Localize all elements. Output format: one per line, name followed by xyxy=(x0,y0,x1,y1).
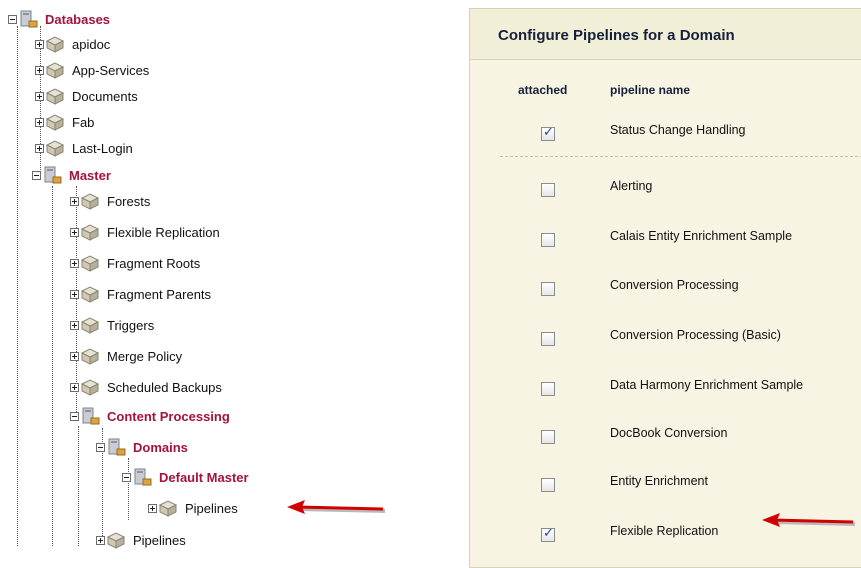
tree-node-default-master[interactable]: Default Master xyxy=(122,466,249,488)
expand-icon[interactable] xyxy=(35,91,44,101)
pipeline-name: Calais Entity Enrichment Sample xyxy=(610,229,793,243)
box-icon xyxy=(106,532,126,549)
expand-icon[interactable] xyxy=(70,289,79,299)
pipeline-name: Conversion Processing (Basic) xyxy=(610,328,781,342)
panel-header: Configure Pipelines for a Domain xyxy=(470,9,861,60)
box-icon xyxy=(80,317,100,334)
box-icon xyxy=(80,255,100,272)
expand-icon[interactable] xyxy=(35,143,44,153)
tree-guide-line xyxy=(78,426,79,546)
tree-node-last-login[interactable]: Last-Login xyxy=(35,137,133,159)
pipeline-name: Flexible Replication xyxy=(610,524,719,538)
expand-icon[interactable] xyxy=(70,196,79,206)
attached-checkbox[interactable] xyxy=(541,125,555,141)
tree-node-forests[interactable]: Forests xyxy=(70,190,150,212)
expand-icon[interactable] xyxy=(70,351,79,361)
tree-node-master[interactable]: Master xyxy=(32,164,111,186)
pipeline-row: Conversion Processing (Basic) xyxy=(470,316,861,364)
expand-icon[interactable] xyxy=(35,117,44,127)
tree-node-scheduled-backups[interactable]: Scheduled Backups xyxy=(70,376,222,398)
box-icon xyxy=(158,500,178,517)
pipeline-name: Entity Enrichment xyxy=(610,474,708,488)
pipeline-name: Alerting xyxy=(610,179,653,193)
tree-node-app-services[interactable]: App-Services xyxy=(35,59,149,81)
pipeline-row: Calais Entity Enrichment Sample xyxy=(470,217,861,265)
attached-checkbox[interactable] xyxy=(541,430,555,444)
attached-checkbox[interactable] xyxy=(541,183,555,197)
box-icon xyxy=(80,193,100,210)
tree-node-fab[interactable]: Fab xyxy=(35,111,94,133)
pipeline-name: Conversion Processing xyxy=(610,278,739,292)
configure-pipelines-panel: Configure Pipelines for a Domain attache… xyxy=(469,8,861,568)
expand-icon[interactable] xyxy=(96,535,105,545)
panel-title: Configure Pipelines for a Domain xyxy=(498,27,735,44)
box-icon xyxy=(45,88,65,105)
tree-node-fragment-roots[interactable]: Fragment Roots xyxy=(70,252,200,274)
pipeline-row: Data Harmony Enrichment Sample xyxy=(470,366,861,414)
pipeline-row: Status Change Handling xyxy=(470,111,861,159)
tree-node-domains[interactable]: Domains xyxy=(96,436,188,458)
tree-node-flexible-replication[interactable]: Flexible Replication xyxy=(70,221,220,243)
server-icon xyxy=(108,438,126,456)
pipeline-row: Entity Enrichment xyxy=(470,462,861,510)
attached-checkbox[interactable] xyxy=(541,478,555,492)
tree-guide-line xyxy=(17,26,18,546)
server-icon xyxy=(44,166,62,184)
tree-node-merge-policy[interactable]: Merge Policy xyxy=(70,345,182,367)
attached-checkbox[interactable] xyxy=(541,526,555,542)
expand-icon[interactable] xyxy=(35,65,44,75)
tree-node-databases[interactable]: Databases xyxy=(8,8,110,30)
box-icon xyxy=(80,224,100,241)
server-icon xyxy=(134,468,152,486)
box-icon xyxy=(80,379,100,396)
expand-icon[interactable] xyxy=(35,39,44,49)
collapse-icon[interactable] xyxy=(70,411,79,421)
pipeline-name: Status Change Handling xyxy=(610,123,746,137)
collapse-icon[interactable] xyxy=(32,170,41,180)
box-icon xyxy=(80,286,100,303)
tree-node-pipelines[interactable]: Pipelines xyxy=(96,529,186,551)
red-arrow-icon xyxy=(762,513,855,527)
expand-icon[interactable] xyxy=(148,503,157,513)
expand-icon[interactable] xyxy=(70,382,79,392)
tree-node-documents[interactable]: Documents xyxy=(35,85,138,107)
collapse-icon[interactable] xyxy=(8,14,17,24)
red-arrow-icon xyxy=(287,500,385,514)
column-header-attached: attached xyxy=(518,83,568,97)
tree-node-content-processing[interactable]: Content Processing xyxy=(70,405,230,427)
attached-checkbox[interactable] xyxy=(541,382,555,396)
box-icon xyxy=(45,140,65,157)
box-icon xyxy=(45,114,65,131)
server-icon xyxy=(20,10,38,28)
database-tree: Databases apidoc App-Services Documents Fab… xyxy=(0,0,450,549)
server-icon xyxy=(82,407,100,425)
box-icon xyxy=(45,36,65,53)
pipeline-row: Alerting xyxy=(470,167,861,215)
box-icon xyxy=(45,62,65,79)
attached-checkbox[interactable] xyxy=(541,233,555,247)
tree-node-domain-pipelines[interactable]: Pipelines xyxy=(148,497,238,519)
collapse-icon[interactable] xyxy=(96,442,105,452)
pipeline-row: Conversion Processing xyxy=(470,266,861,314)
tree-guide-line xyxy=(52,186,53,546)
box-icon xyxy=(80,348,100,365)
pipeline-row: DocBook Conversion xyxy=(470,414,861,462)
expand-icon[interactable] xyxy=(70,258,79,268)
attached-checkbox[interactable] xyxy=(541,282,555,296)
tree-node-fragment-parents[interactable]: Fragment Parents xyxy=(70,283,211,305)
column-header-pipeline-name: pipeline name xyxy=(610,83,691,97)
tree-node-triggers[interactable]: Triggers xyxy=(70,314,154,336)
collapse-icon[interactable] xyxy=(122,472,131,482)
expand-icon[interactable] xyxy=(70,227,79,237)
attached-checkbox[interactable] xyxy=(541,332,555,346)
tree-node-apidoc[interactable]: apidoc xyxy=(35,33,110,55)
expand-icon[interactable] xyxy=(70,320,79,330)
pipeline-name: Data Harmony Enrichment Sample xyxy=(610,378,804,392)
pipeline-name: DocBook Conversion xyxy=(610,426,728,440)
